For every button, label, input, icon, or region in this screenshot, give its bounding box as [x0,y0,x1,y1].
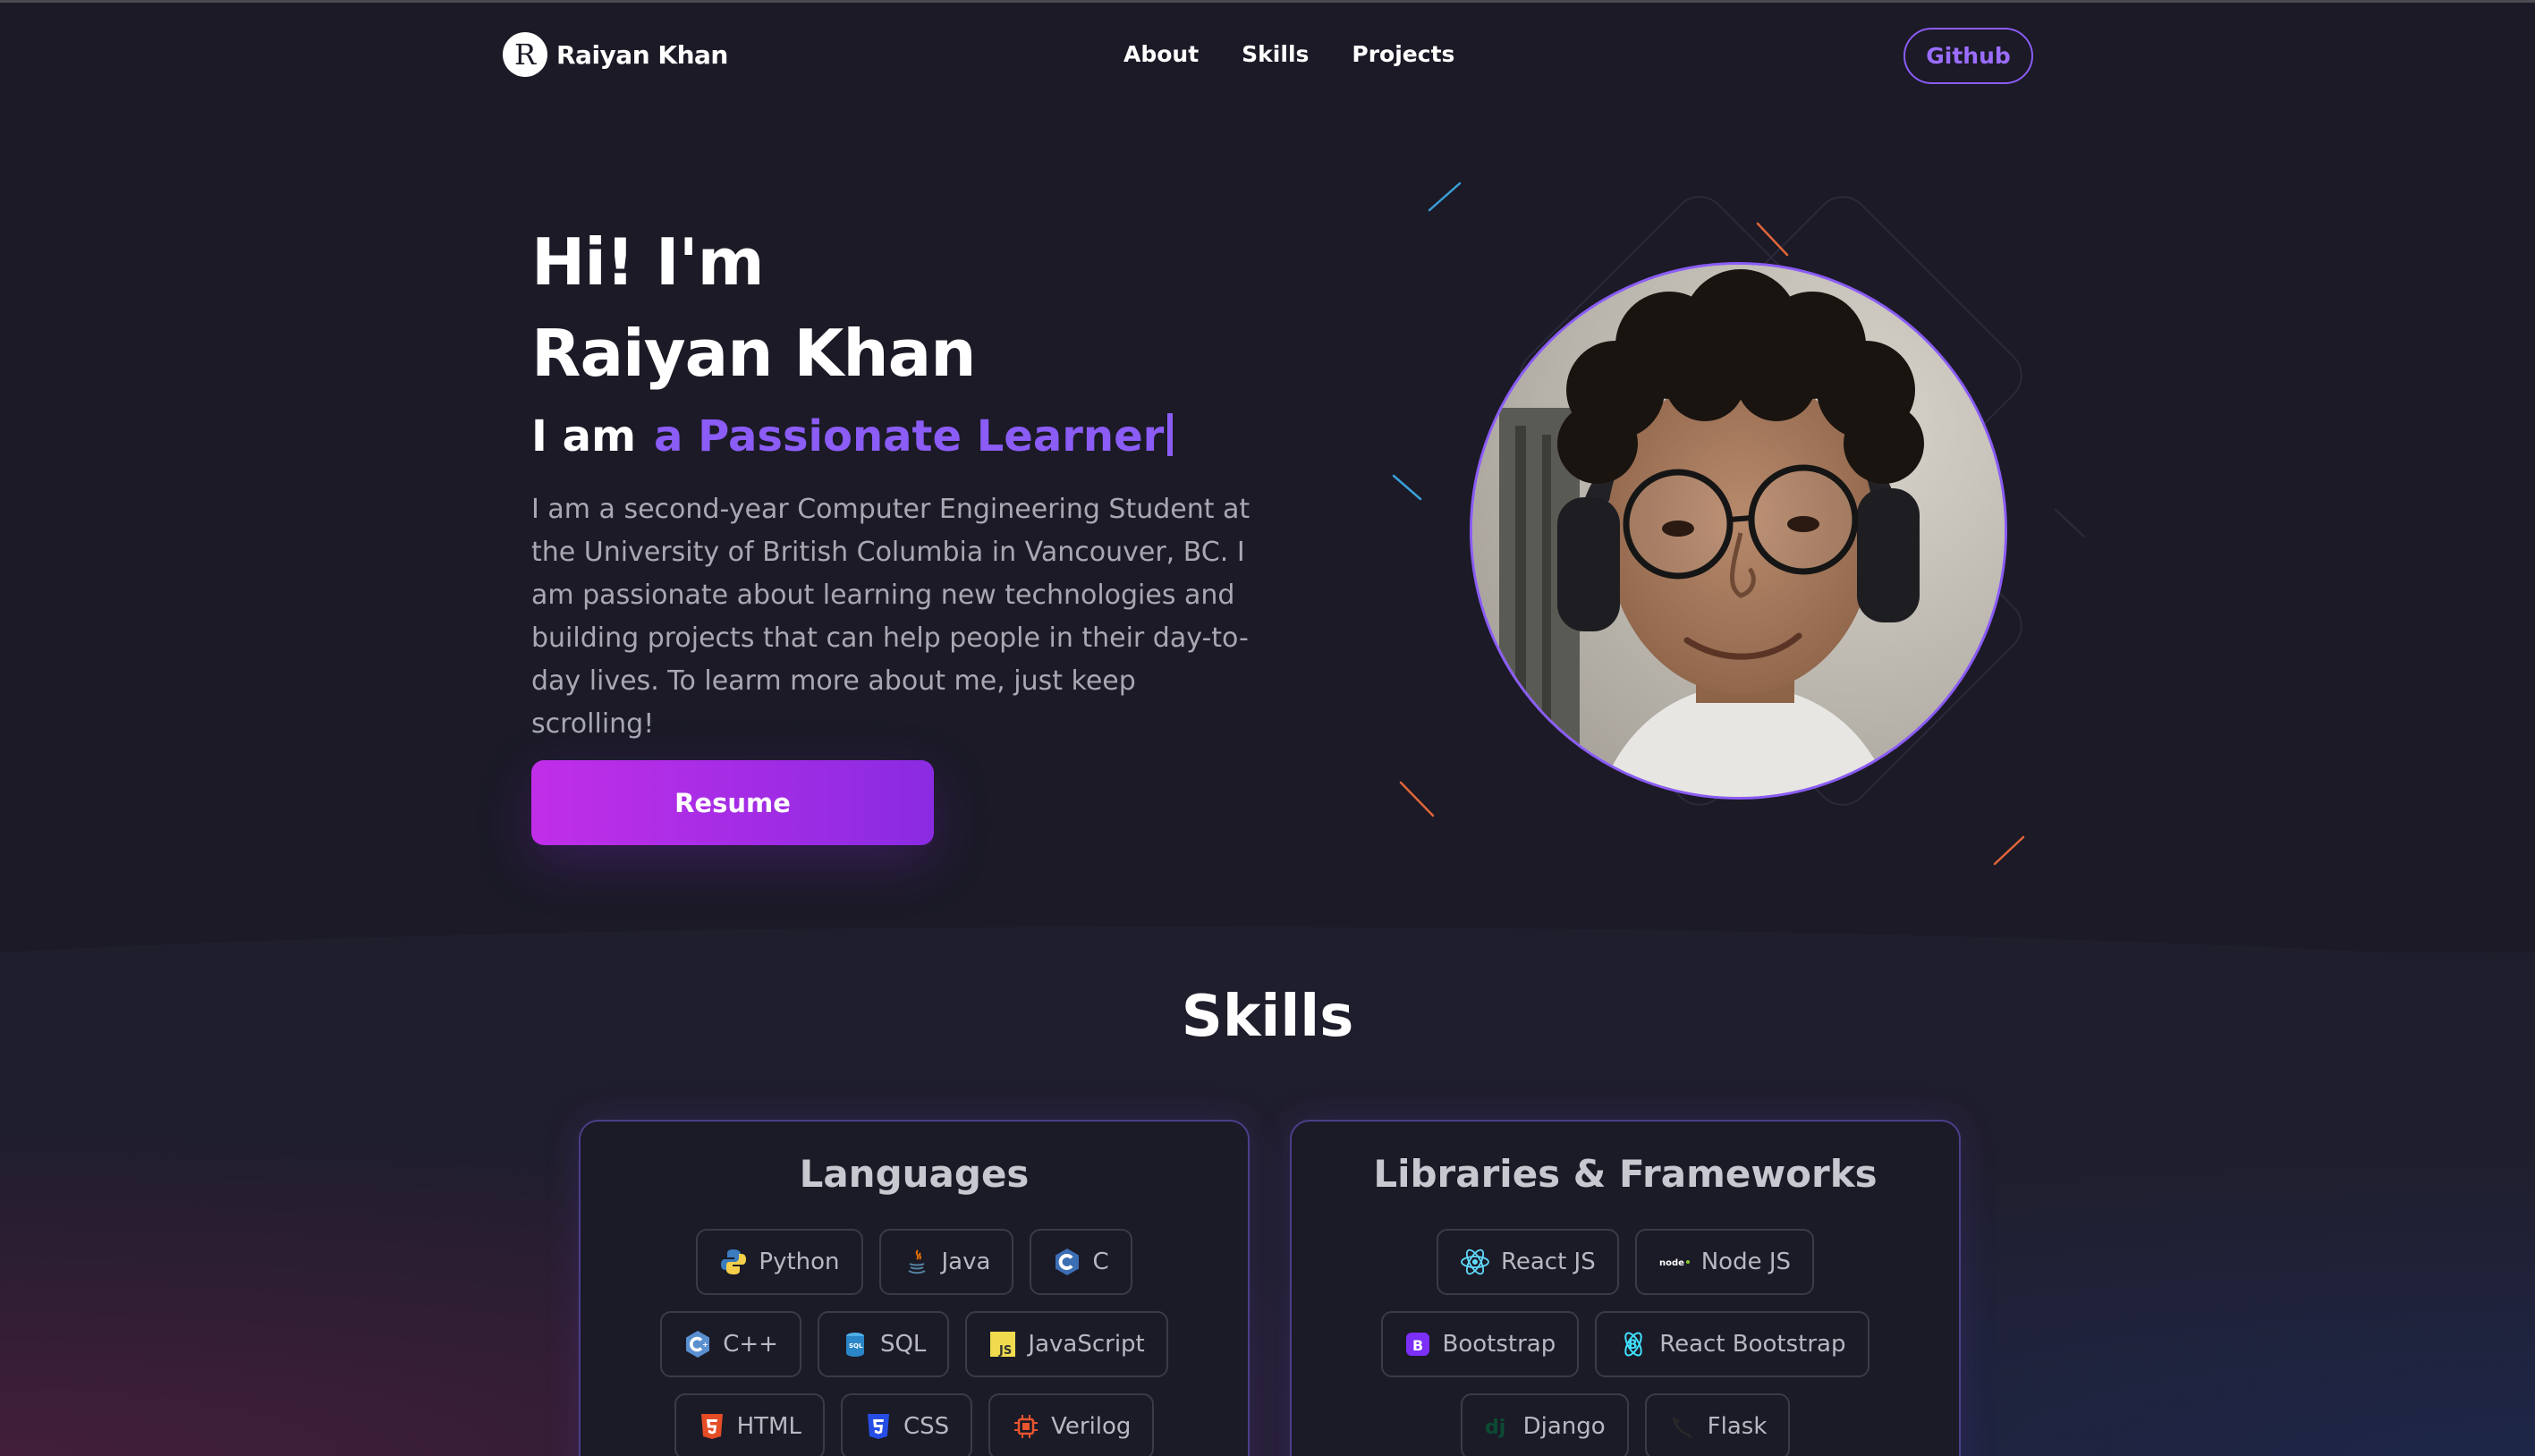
react-bootstrap-icon: B [1624,1332,1642,1357]
hero-heading: Hi! I'm Raiyan Khan [531,216,976,399]
flask-icon [1672,1417,1692,1438]
chip-row: B Bootstrap B React Bootstrap [1292,1311,1959,1377]
svg-text:node: node [1659,1258,1684,1268]
section-divider [0,927,2535,997]
chip-icon [1014,1415,1039,1438]
skill-chip-python: Python [696,1229,863,1295]
c-icon [1056,1249,1080,1275]
nodejs-icon: node [1659,1258,1690,1268]
skill-chip-flask: Flask [1644,1393,1791,1456]
skill-chip-bootstrap: B Bootstrap [1381,1311,1580,1377]
react-icon [1461,1249,1489,1275]
role-prefix: I am [531,411,636,461]
javascript-icon: JS [990,1332,1016,1358]
logo-icon: R [503,32,547,77]
chip-row: dj Django Flask [1292,1393,1959,1456]
html5-icon [700,1414,723,1439]
skill-label: Verilog [1051,1413,1132,1440]
skill-chip-javascript: JS JavaScript [965,1311,1168,1377]
github-button[interactable]: Github [1903,28,2033,84]
languages-card: Languages Python Java C + C++ SQL SQL JS… [579,1120,1250,1456]
hero-name: Raiyan Khan [531,316,976,391]
skill-label: C++ [723,1331,778,1358]
skill-chip-verilog: Verilog [988,1393,1155,1456]
hero-description: I am a second-year Computer Engineering … [531,494,1251,740]
logo[interactable]: R Raiyan Khan [503,32,728,77]
skill-label: C [1092,1249,1109,1275]
chip-row: React JS node Node JS [1292,1229,1959,1295]
skill-label: Java [941,1249,991,1275]
svg-text:+: + [702,1341,708,1349]
skill-chip-css: CSS [840,1393,973,1456]
role-text: a Passionate Learner [653,411,1165,461]
skill-label: SQL [879,1331,927,1358]
main-nav: About Skills Projects [1123,41,1454,67]
django-icon: dj [1485,1417,1505,1439]
nav-link-about[interactable]: About [1123,41,1199,67]
svg-text:B: B [1412,1337,1423,1354]
profile-photo-image [1472,265,2005,797]
skill-label: Python [759,1249,840,1275]
hero-role: I am a Passionate Learner [531,411,1174,461]
hero-greeting: Hi! I'm [531,224,765,300]
typing-cursor [1167,413,1174,456]
css3-icon [867,1414,889,1439]
skill-chip-java: Java [878,1229,1014,1295]
skill-chip-django: dj Django [1460,1393,1629,1456]
skill-chip-c: C [1030,1229,1132,1295]
brand-name: Raiyan Khan [556,39,728,70]
python-icon [721,1249,747,1274]
skill-label: Bootstrap [1442,1331,1556,1358]
skill-label: CSS [903,1413,950,1440]
bootstrap-icon: B [1406,1333,1430,1356]
chip-row: Python Java C [581,1229,1248,1295]
skill-label: JavaScript [1028,1331,1145,1358]
svg-text:JS: JS [998,1344,1012,1358]
svg-text:SQL: SQL [849,1342,863,1350]
skill-label: React JS [1500,1249,1596,1275]
skill-label: Node JS [1700,1249,1792,1275]
skill-chip-sql: SQL SQL [817,1311,950,1377]
java-icon [908,1249,926,1274]
skill-chip-react-js: React JS [1436,1229,1619,1295]
skill-label: Flask [1707,1413,1768,1440]
chip-row: + C++ SQL SQL JS JavaScript [581,1311,1248,1377]
resume-button[interactable]: Resume [531,760,934,845]
chip-row: HTML CSS Verilog [581,1393,1248,1456]
skills-title: Skills [1181,984,1354,1050]
page: R Raiyan Khan About Skills Projects Gith… [0,0,2535,1456]
skill-chip-html: HTML [674,1393,825,1456]
skill-label: React Bootstrap [1659,1331,1846,1358]
nav-link-skills[interactable]: Skills [1242,41,1309,67]
libraries-title: Libraries & Frameworks [1373,1152,1878,1196]
nav-link-projects[interactable]: Projects [1352,41,1454,67]
skill-label: Django [1522,1413,1606,1440]
role-typed-text: a Passionate Learner [653,411,1174,461]
skill-label: HTML [736,1413,801,1440]
svg-text:dj: dj [1485,1417,1505,1439]
svg-text:B: B [1628,1338,1638,1352]
profile-photo [1470,262,2007,800]
skill-chip-cpp: + C++ [660,1311,801,1377]
languages-title: Languages [799,1152,1030,1196]
skill-chip-react-bootstrap: B React Bootstrap [1595,1311,1869,1377]
top-border [0,0,2535,3]
libraries-card: Libraries & Frameworks React JS node Nod… [1290,1120,1961,1456]
skill-chip-node-js: node Node JS [1634,1229,1815,1295]
database-icon: SQL [845,1333,864,1357]
cpp-icon: + [686,1331,710,1358]
